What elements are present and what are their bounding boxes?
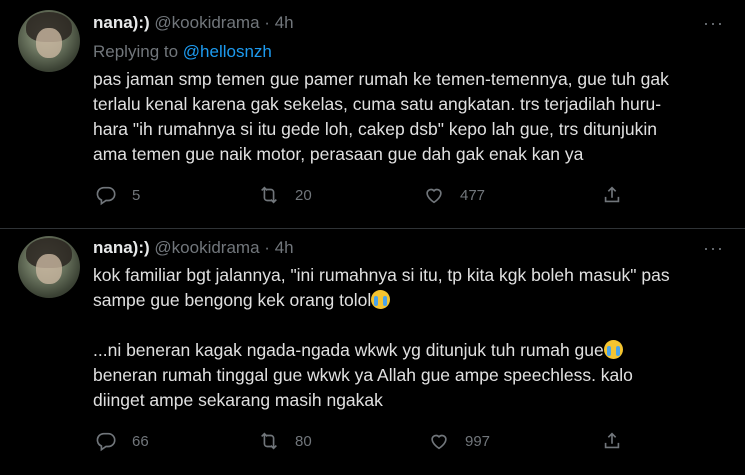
avatar-face (36, 254, 62, 284)
reply-button[interactable]: 66 (95, 429, 149, 453)
reply-icon (96, 186, 116, 206)
retweet-count: 20 (295, 186, 312, 204)
timestamp[interactable]: 4h (275, 238, 294, 257)
crying-face-emoji (371, 290, 391, 309)
tweet-text-line: hara "ih rumahnya si itu gede loh, cakep… (93, 119, 658, 139)
reply-button[interactable]: 5 (95, 183, 140, 207)
tweet-2[interactable]: nana):) @kookidrama · 4h ··· kok familia… (0, 229, 745, 475)
tweet-text-line: ama temen gue naik motor, perasaan gue d… (93, 144, 584, 164)
like-button[interactable]: 477 (423, 183, 485, 207)
user-handle[interactable]: @kookidrama (154, 238, 259, 257)
reply-icon (96, 432, 116, 452)
tweet-header: nana):) @kookidrama · 4h (93, 13, 294, 33)
crying-face-emoji (603, 340, 623, 359)
retweet-count: 80 (295, 432, 312, 450)
tweet-text-segment: sampe gue bengong kek orang tolol (93, 290, 372, 310)
tweet-text-line: pas jaman smp temen gue pamer rumah ke t… (93, 69, 669, 89)
heart-icon (431, 434, 447, 450)
replying-to: Replying to @hellosnzh (93, 42, 272, 62)
avatar[interactable] (18, 10, 80, 72)
retweet-icon (261, 186, 277, 204)
retweet-icon (261, 432, 277, 450)
timestamp[interactable]: 4h (275, 13, 294, 32)
share-button[interactable] (601, 429, 638, 453)
more-icon[interactable]: ··· (703, 238, 723, 258)
tweet-text-line: ...ni beneran kagak ngada-ngada wkwk yg … (93, 338, 723, 363)
dot-separator: · (264, 238, 270, 257)
more-icon[interactable]: ··· (703, 13, 723, 33)
reply-count: 66 (132, 432, 149, 450)
reply-count: 5 (132, 186, 141, 204)
avatar-face (36, 28, 62, 58)
retweet-button[interactable]: 80 (258, 429, 312, 453)
like-button[interactable]: 997 (428, 429, 490, 453)
heart-icon (426, 188, 442, 204)
share-button[interactable] (601, 183, 638, 207)
tweet-text-line: diinget ampe sekarang masih ngakak (93, 390, 383, 410)
tweet-text-line: terlalu kenal karena gak sekelas, cuma s… (93, 94, 662, 114)
tweet-text-line: sampe gue bengong kek orang tolol (93, 288, 723, 313)
tweet-header: nana):) @kookidrama · 4h (93, 238, 294, 258)
share-icon (604, 186, 620, 203)
display-name[interactable]: nana):) (93, 13, 150, 32)
tweet-text-line: kok familiar bgt jalannya, "ini rumahnya… (93, 265, 670, 285)
tweet-text: kok familiar bgt jalannya, "ini rumahnya… (93, 263, 723, 413)
tweet-1[interactable]: nana):) @kookidrama · 4h ··· Replying to… (0, 0, 745, 228)
action-bar: 5 20 477 (93, 183, 633, 207)
action-bar: 66 80 997 (93, 429, 633, 453)
share-icon (604, 432, 620, 449)
tweet-text-line: beneran rumah tinggal gue wkwk ya Allah … (93, 365, 633, 385)
display-name[interactable]: nana):) (93, 238, 150, 257)
user-handle[interactable]: @kookidrama (154, 13, 259, 32)
like-count: 477 (460, 186, 486, 204)
tweet-text-segment: ...ni beneran kagak ngada-ngada wkwk yg … (93, 340, 604, 360)
dot-separator: · (264, 13, 270, 32)
retweet-button[interactable]: 20 (258, 183, 312, 207)
like-count: 997 (465, 432, 491, 450)
replying-to-label: Replying to (93, 42, 179, 61)
tweet-text: pas jaman smp temen gue pamer rumah ke t… (93, 67, 723, 167)
avatar[interactable] (18, 236, 80, 298)
replying-to-link[interactable]: @hellosnzh (183, 42, 272, 61)
